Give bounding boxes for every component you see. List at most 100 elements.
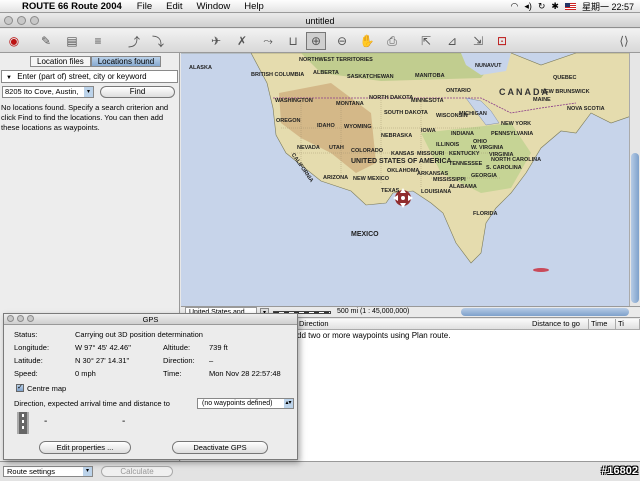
menu-help[interactable]: Help (237, 1, 271, 12)
direction-eta-label: Direction, expected arrival time and dis… (14, 399, 170, 408)
waypoint-icon[interactable]: ✈ (206, 32, 226, 50)
menu-window[interactable]: Window (189, 1, 237, 12)
wifi-icon[interactable]: ◠ (511, 1, 519, 12)
map-label-alaska: ALASKA (189, 65, 212, 71)
col-direction[interactable]: Direction (297, 319, 534, 330)
map-label-idaho: IDAHO (317, 123, 335, 129)
map-label-indiana: INDIANA (451, 131, 474, 137)
location-tabs: Location files Locations found (30, 56, 162, 67)
window-titlebar: untitled (0, 14, 640, 28)
longitude-value: W 97° 45' 42.46" (75, 343, 131, 352)
gps-title: GPS (142, 315, 159, 324)
close-icon[interactable] (4, 16, 13, 25)
gps-titlebar[interactable]: GPS (4, 314, 297, 325)
map-label-nwt: NORTHWEST TERRITORIES (299, 57, 373, 63)
scale-text: 500 mi (1 : 45,000,000) (337, 308, 410, 315)
itinerary-icon[interactable]: ⇲ (468, 32, 488, 50)
zoom-in-icon[interactable]: ⊕ (306, 32, 326, 50)
map-label-illinois: ILLINOIS (436, 142, 460, 148)
map-label-nebraska: NEBRASKA (381, 133, 413, 139)
map-label-florida: FLORIDA (473, 211, 498, 217)
pan-hand-icon[interactable]: ✋ (357, 32, 377, 50)
map-label-montana: MONTANA (336, 101, 364, 107)
map-label-kentucky: KENTUCKY (449, 151, 480, 157)
split-icon[interactable]: ⟨⟩ (614, 32, 634, 50)
waypoint-select-value: (no waypoints defined) (202, 400, 273, 407)
address-select[interactable]: 8205 Ito Cove, Austin, ▾ (2, 86, 94, 98)
toolbar: ◉ ✎ ▤ ≡ ⤴ ⤵ ✈ ✗ ⤳ ⊔ ⊕ ⊖ ✋ ⎙ ⇱ ⊿ ⇲ ⊡ ⟨⟩ (0, 29, 640, 53)
app-menu[interactable]: ROUTE 66 Route 2004 (18, 1, 130, 12)
no-results-message: No locations found. Specify a search cri… (1, 103, 169, 132)
centre-map-checkbox[interactable]: ✓ (16, 384, 24, 392)
waypoint-remove-icon[interactable]: ✗ (232, 32, 252, 50)
deactivate-gps-button[interactable]: Deactivate GPS (172, 441, 268, 454)
speed-value: 0 mph (75, 369, 96, 378)
time-value: Mon Nov 28 22:57:48 (209, 369, 281, 378)
col-distance-to-go[interactable]: Distance to go (530, 319, 589, 330)
bottom-bar: Route settings ▾ Calculate #16802 (0, 461, 640, 481)
map-label-south-dakota: SOUTH DAKOTA (384, 110, 428, 116)
map-label-nevada: NEVADA (297, 145, 320, 151)
measure-icon[interactable]: ⊔ (283, 32, 303, 50)
altitude-value: 739 ft (209, 343, 228, 352)
road-icon[interactable]: ≡ (88, 32, 108, 50)
gps-icon[interactable]: ◉ (4, 32, 24, 50)
map-label-arizona: ARIZONA (323, 175, 349, 181)
stop-icon[interactable]: ⊡ (492, 32, 512, 50)
print-icon[interactable]: ⎙ (382, 32, 402, 50)
status-value: Carrying out 3D position determination (75, 330, 203, 339)
new-route-icon[interactable]: ✎ (36, 32, 56, 50)
bluetooth-icon[interactable]: ✱ (551, 1, 559, 12)
menu-edit[interactable]: Edit (159, 1, 189, 12)
minimize-icon[interactable] (17, 16, 26, 25)
map-vertical-scrollbar[interactable] (629, 53, 640, 306)
tab-location-files[interactable]: Location files (30, 56, 91, 67)
search-options-icon[interactable]: ▼ (6, 75, 12, 81)
route-plan-icon[interactable]: ⤵ (148, 32, 168, 50)
chevron-down-icon: ▾ (83, 467, 92, 476)
map-label-alabama: ALABAMA (449, 184, 477, 190)
sync-icon[interactable]: ↻ (538, 1, 546, 12)
chevron-down-icon: ▴▾ (284, 399, 293, 408)
map-label-new-mexico: NEW MEXICO (353, 176, 390, 182)
menu-clock[interactable]: 星期一 22:57 (582, 0, 634, 13)
map-vertical-scroll-thumb[interactable] (631, 153, 639, 303)
volume-icon[interactable]: ◂) (524, 1, 532, 12)
input-flag-icon[interactable] (564, 2, 576, 10)
map-view[interactable]: ALASKA NUNAVUT NORTHWEST TERRITORIES BRI… (181, 53, 640, 306)
window-controls (4, 16, 39, 25)
route-info-icon[interactable]: ⊿ (442, 32, 462, 50)
direction-label: Direction: (163, 356, 195, 365)
map-label-mexico: MEXICO (351, 231, 379, 238)
latitude-value: N 30° 27' 14.31" (75, 356, 130, 365)
gps-window: GPS Status: Carrying out 3D position det… (3, 313, 298, 460)
close-icon[interactable] (7, 315, 14, 322)
map-label-colorado: COLORADO (351, 148, 384, 154)
minimize-icon[interactable] (17, 315, 24, 322)
route-sheet-icon[interactable]: ▤ (62, 32, 82, 50)
status-label: Status: (14, 330, 38, 339)
map-label-mississippi: MISSISSIPPI (433, 177, 466, 183)
calculate-button[interactable]: Calculate (101, 466, 173, 477)
map-label-michigan: MICHIGAN (459, 111, 487, 117)
zoom-out-icon[interactable]: ⊖ (332, 32, 352, 50)
map-label-missouri: MISSOURI (417, 151, 445, 157)
route-settings-select[interactable]: Route settings ▾ (3, 466, 93, 477)
route-add-icon[interactable]: ⤴ (124, 32, 144, 50)
menu-file[interactable]: File (130, 1, 159, 12)
map-label-west-virginia: W. VIRGINIA (471, 145, 504, 151)
gps-window-controls (7, 315, 34, 322)
find-button[interactable]: Find (100, 86, 175, 98)
map-horizontal-scroll-thumb[interactable] (461, 308, 629, 316)
export-icon[interactable]: ⇱ (416, 32, 436, 50)
location-search-field[interactable]: ▼ Enter (part of) street, city or keywor… (1, 70, 178, 83)
tab-locations-found[interactable]: Locations found (90, 56, 162, 67)
col-ti[interactable]: Ti (616, 319, 640, 330)
waypoint-move-icon[interactable]: ⤳ (258, 32, 278, 50)
watermark: #16802 (601, 465, 638, 477)
zoom-icon[interactable] (27, 315, 34, 322)
waypoint-select[interactable]: (no waypoints defined) ▴▾ (197, 398, 294, 409)
edit-properties-button[interactable]: Edit properties ... (39, 441, 131, 454)
col-time[interactable]: Time (589, 319, 616, 330)
zoom-icon[interactable] (30, 16, 39, 25)
